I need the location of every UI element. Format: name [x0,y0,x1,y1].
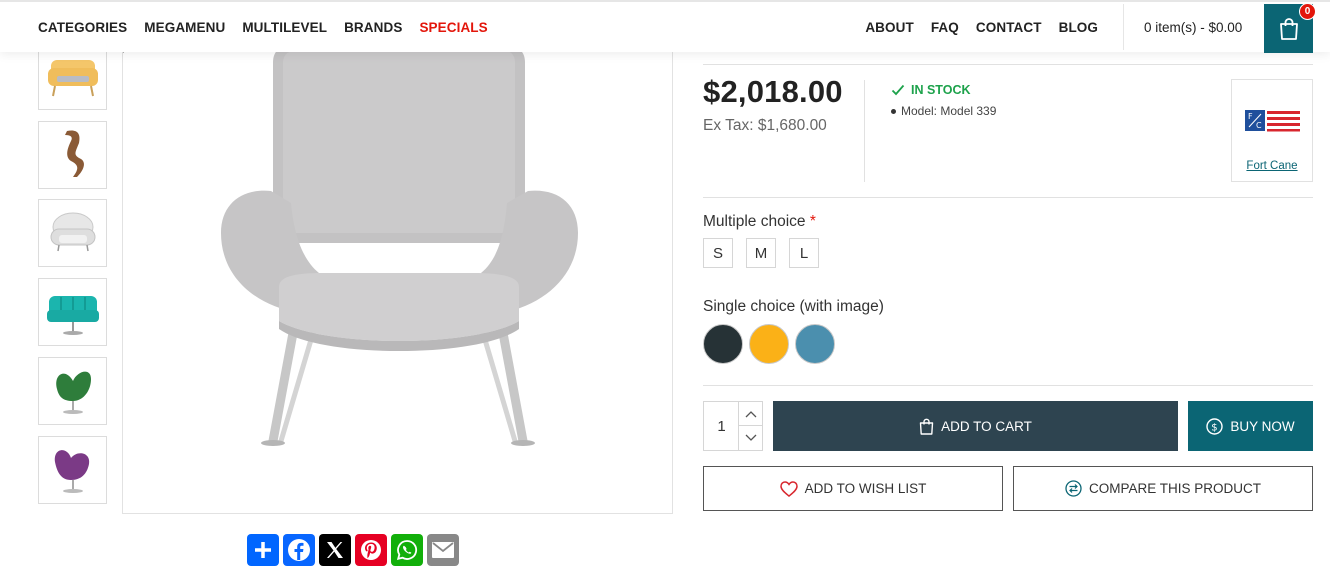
top-navigation: CATEGORIES MEGAMENU MULTILEVEL BRANDS SP… [0,0,1330,53]
price-divider [864,80,865,182]
x-logo-icon [327,542,343,558]
wishlist-label: ADD TO WISH LIST [804,481,927,496]
shopping-bag-icon [919,418,934,435]
share-email-button[interactable] [427,534,459,566]
thumbnail-white-armchair[interactable] [38,199,107,267]
cart-button[interactable]: 0 [1264,3,1316,53]
model-label: Model: Model 339 [901,104,997,118]
color-swatch-dark[interactable] [703,324,743,364]
nav-about[interactable]: ABOUT [865,20,914,35]
required-mark: * [809,213,816,230]
secondary-menu: ABOUT FAQ CONTACT BLOG [865,2,1098,52]
cart-count-badge: 0 [1299,3,1316,20]
facebook-icon [288,539,310,561]
add-to-cart-label: ADD TO CART [941,418,1032,434]
product-model: Model: Model 339 [891,104,996,118]
color-swatch-blue[interactable] [795,324,835,364]
brand-logo: F C [1245,110,1300,132]
grey-highback-chair-image [221,43,578,446]
chevron-up-icon [745,410,757,417]
multiple-choice-label: Multiple choice * [703,213,816,231]
buy-now-button[interactable]: $ BUY NOW [1188,401,1313,451]
bullet-icon [891,108,896,114]
multiple-choice-text: Multiple choice [703,213,806,230]
add-to-wishlist-button[interactable]: ADD TO WISH LIST [703,466,1003,511]
size-option-l[interactable]: L [789,238,819,268]
quantity-increase-button[interactable] [738,402,763,426]
chevron-down-icon [745,434,757,441]
buy-now-label: BUY NOW [1230,418,1295,434]
share-buttons [247,534,459,566]
thumbnail-green-egg-chair[interactable] [38,357,107,425]
heart-icon [779,480,798,497]
product-ex-tax: Ex Tax: $1,680.00 [703,117,827,134]
divider-options [703,197,1313,198]
color-options [703,324,835,364]
thumbnail-wooden-chair[interactable] [38,121,107,189]
main-menu: CATEGORIES MEGAMENU MULTILEVEL BRANDS SP… [38,2,488,52]
quantity-input[interactable]: 1 [704,402,739,450]
product-price: $2,018.00 [703,74,843,109]
wooden-chair-image [64,130,84,177]
main-product-image[interactable] [122,42,673,514]
single-choice-label: Single choice (with image) [703,298,884,315]
add-to-cart-button[interactable]: ADD TO CART [773,401,1178,451]
color-swatch-yellow[interactable] [749,324,789,364]
green-egg-chair-image [55,371,91,414]
brand-card[interactable]: F C Fort Cane [1231,79,1313,182]
thumbnail-teal-chair[interactable] [38,278,107,346]
quantity-decrease-button[interactable] [738,426,763,450]
compare-product-button[interactable]: COMPARE THIS PRODUCT [1013,466,1313,511]
yellow-sofa-image [47,60,98,97]
size-option-m[interactable]: M [746,238,776,268]
nav-multilevel[interactable]: MULTILEVEL [242,20,327,35]
nav-megamenu[interactable]: MEGAMENU [144,20,225,35]
stock-label: IN STOCK [911,83,971,97]
nav-contact[interactable]: CONTACT [976,20,1042,35]
nav-faq[interactable]: FAQ [931,20,959,35]
pinterest-icon [361,540,381,560]
teal-chair-image [46,296,99,335]
nav-categories[interactable]: CATEGORIES [38,20,127,35]
email-icon [432,542,454,558]
share-facebook-button[interactable] [283,534,315,566]
compare-arrows-icon [1065,480,1082,497]
thumbnail-purple-egg-chair[interactable] [38,436,107,504]
compare-label: COMPARE THIS PRODUCT [1088,481,1261,496]
shopping-bag-icon [1279,17,1298,40]
thumbnail-yellow-sofa[interactable] [38,42,107,110]
divider-top [703,64,1313,65]
size-options: S M L [703,238,819,268]
size-option-s[interactable]: S [703,238,733,268]
svg-text:F: F [1248,112,1253,121]
dollar-coin-icon: $ [1206,417,1224,435]
brand-link[interactable]: Fort Cane [1232,160,1312,172]
share-add-button[interactable] [247,534,279,566]
nav-blog[interactable]: BLOG [1059,20,1098,35]
svg-text:$: $ [1212,422,1218,433]
svg-text:C: C [1256,121,1262,130]
check-icon [891,84,905,96]
nav-specials[interactable]: SPECIALS [419,20,487,35]
share-whatsapp-button[interactable] [391,534,423,566]
cart-divider [1123,4,1124,50]
whatsapp-icon [396,540,418,561]
purple-egg-chair-image [54,450,89,493]
divider-cart [703,385,1313,386]
stock-status: IN STOCK [891,83,971,97]
white-armchair-image [50,212,95,252]
plus-icon [255,542,271,558]
nav-brands[interactable]: BRANDS [344,20,402,35]
share-x-button[interactable] [319,534,351,566]
cart-summary[interactable]: 0 item(s) - $0.00 [1144,2,1242,52]
quantity-stepper: 1 [703,401,763,451]
share-pinterest-button[interactable] [355,534,387,566]
